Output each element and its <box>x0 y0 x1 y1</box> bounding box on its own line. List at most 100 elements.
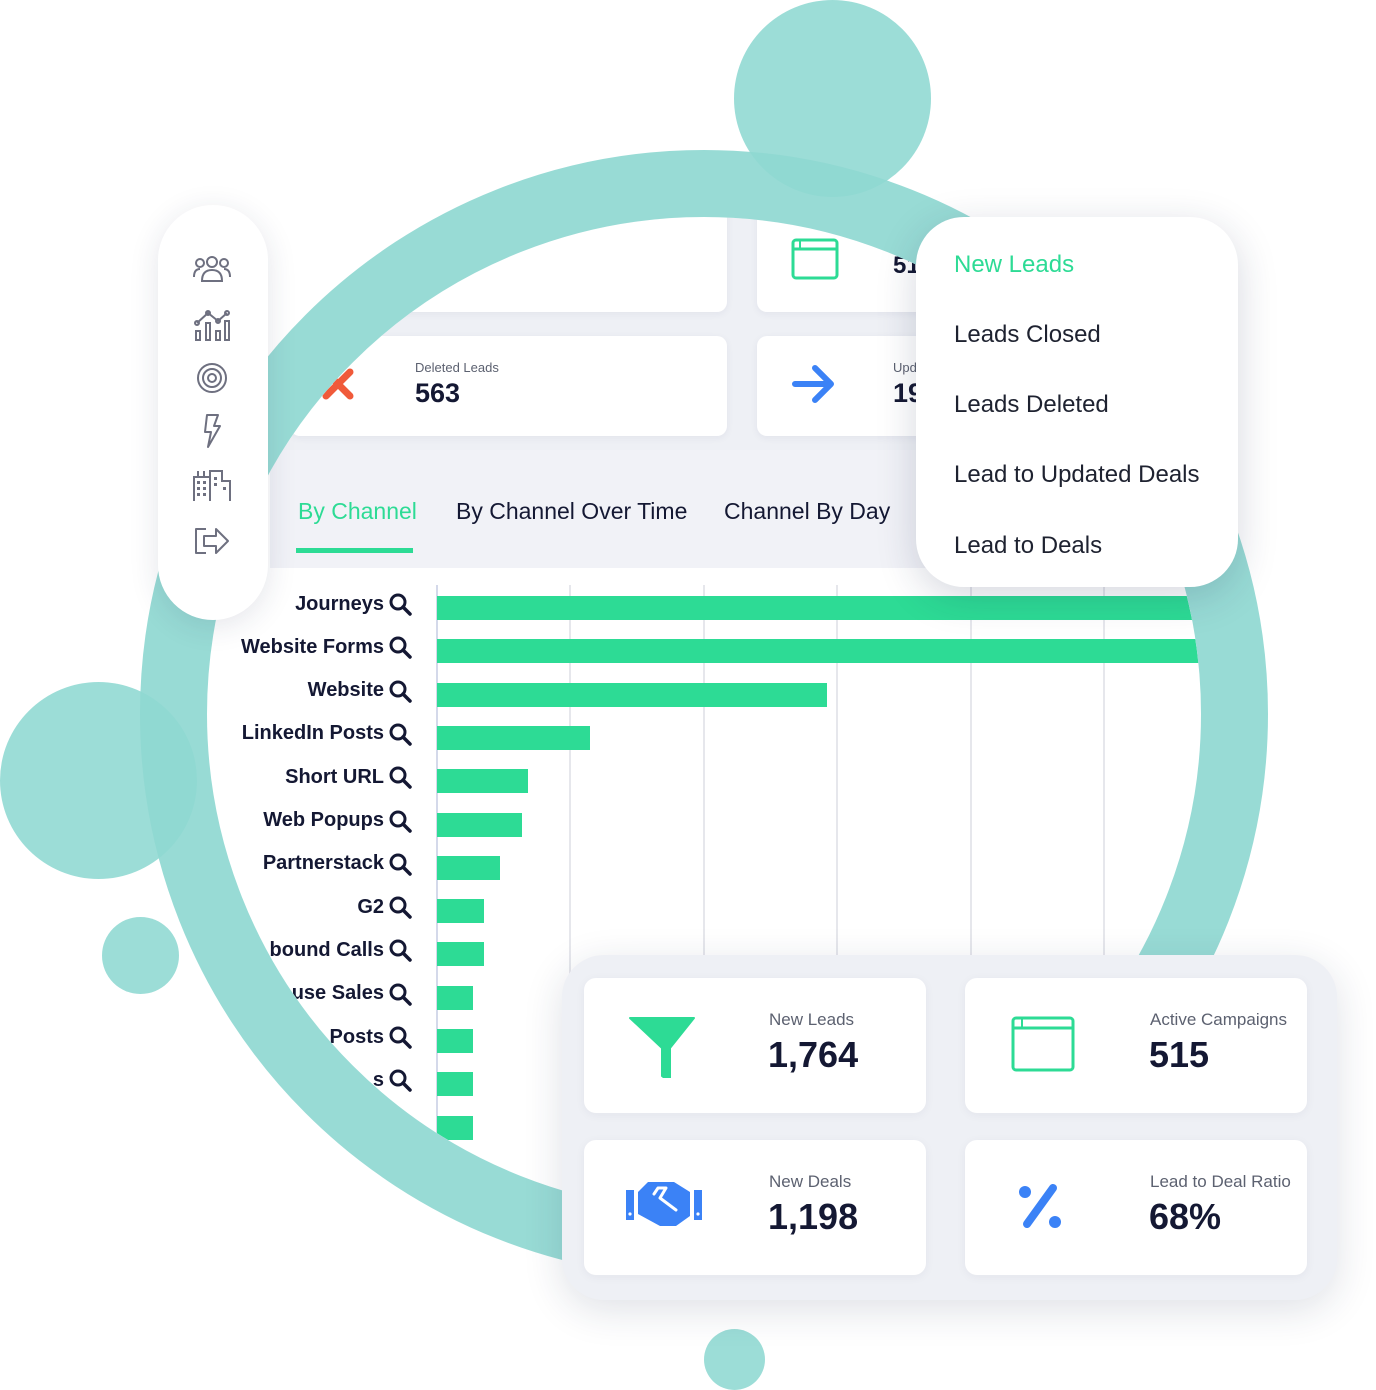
kpi-value: 1,198 <box>768 1196 859 1237</box>
chart-bar <box>437 1115 474 1140</box>
stat-label: Upd <box>893 360 917 375</box>
chart-category-label[interactable]: Journeys <box>295 592 412 616</box>
arrow-right-icon <box>792 365 834 403</box>
kpi-card-active-campaigns: Active Campaigns 515 <box>965 978 1307 1113</box>
search-icon[interactable] <box>388 1025 412 1049</box>
chart-category-label[interactable]: Posts <box>330 1025 412 1049</box>
decor-circle-left-small <box>102 917 179 994</box>
search-icon[interactable] <box>388 852 412 876</box>
chart-bar <box>437 1072 474 1097</box>
chart-category-text: Journeys <box>295 592 384 615</box>
chart-category-text: bound Calls <box>269 938 384 961</box>
menu-item-leads-deleted[interactable]: Leads Deleted <box>954 391 1109 419</box>
chart-bar <box>437 639 1201 664</box>
chart-category-text: Posts <box>329 1025 384 1048</box>
kpi-label: Lead to Deal Ratio <box>1150 1172 1291 1191</box>
search-icon[interactable] <box>388 679 412 703</box>
chart-bar <box>437 1029 474 1053</box>
chart-bar <box>437 682 827 707</box>
chart-category-text: LinkedIn Posts <box>241 722 384 745</box>
kpi-label: New Deals <box>769 1172 852 1191</box>
chart-category-label[interactable]: G2 <box>357 895 412 919</box>
chart-category-text: Website Forms <box>241 635 384 658</box>
search-icon[interactable] <box>388 809 412 833</box>
kpi-panel: New Leads 1,764 Active Campaigns 515 New… <box>562 955 1337 1300</box>
chart-category-label[interactable]: s <box>372 1068 412 1093</box>
target-icon <box>197 363 227 393</box>
chart-category-text: G2 <box>357 895 384 918</box>
tab-by-channel-over-time[interactable]: By Channel Over Time <box>456 498 687 525</box>
chart-bar <box>437 812 523 837</box>
decor-circle-bottom <box>704 1329 765 1390</box>
handshake-icon <box>626 1182 702 1226</box>
stat-label: Deleted Leads <box>415 360 499 375</box>
chart-bar <box>437 725 591 750</box>
search-icon[interactable] <box>388 895 412 919</box>
browser-window-icon <box>1011 1016 1075 1072</box>
chart-category-label[interactable]: Web Popups <box>263 809 412 833</box>
chart-category-text: s <box>372 1068 384 1091</box>
chart-category-label[interactable]: use Sales <box>292 982 412 1006</box>
chart-bar <box>437 596 1198 620</box>
search-icon[interactable] <box>388 982 412 1006</box>
search-icon[interactable] <box>388 635 412 660</box>
sidebar-item-companies[interactable] <box>192 467 232 503</box>
menu-item-lead-to-updated-deals[interactable]: Lead to Updated Deals <box>954 461 1200 489</box>
kpi-card-new-deals: New Deals 1,198 <box>584 1140 926 1275</box>
chart-category-text: Web Popups <box>263 809 384 831</box>
analytics-icon <box>194 310 230 341</box>
kpi-card-lead-to-deal-ratio: Lead to Deal Ratio 68% <box>965 1140 1307 1275</box>
chart-category-label[interactable]: Partnerstack <box>263 852 412 876</box>
decor-circle-top <box>734 0 931 197</box>
chart-bar <box>437 942 484 967</box>
sidebar-item-reports[interactable] <box>192 307 232 343</box>
chart-bar <box>437 769 528 794</box>
browser-window-icon <box>791 238 839 280</box>
funnel-icon <box>629 1017 695 1078</box>
chart-bar <box>437 855 500 880</box>
menu-item-lead-to-deals[interactable]: Lead to Deals <box>954 532 1102 560</box>
chart-category-label[interactable]: bound Calls <box>269 938 412 963</box>
tab-by-channel[interactable]: By Channel <box>298 498 417 525</box>
users-icon <box>193 256 231 282</box>
chart-category-text: Website <box>307 679 384 702</box>
kpi-label: New Leads <box>769 1010 855 1029</box>
decor-circle-left-large <box>0 682 197 879</box>
kpi-value: 68% <box>1149 1196 1222 1237</box>
chart-category-label[interactable]: Short URL <box>285 765 412 789</box>
search-icon[interactable] <box>388 765 412 789</box>
sidebar-item-campaigns[interactable] <box>192 360 232 396</box>
kpi-card-new-leads: New Leads 1,764 <box>584 978 926 1113</box>
tab-channel-by-day[interactable]: Channel By Day <box>724 498 890 525</box>
close-x-icon <box>322 368 354 400</box>
chart-category-label[interactable]: Website <box>308 679 412 703</box>
metric-dropdown-menu: New Leads Leads Closed Leads Deleted Lea… <box>916 217 1238 587</box>
logout-icon <box>195 528 229 554</box>
sidebar-item-automations[interactable] <box>192 413 232 449</box>
kpi-value: 515 <box>1149 1034 1210 1075</box>
sidebar-item-sign-out[interactable] <box>192 523 232 559</box>
menu-item-new-leads[interactable]: New Leads <box>954 251 1074 279</box>
stat-card-top-left: 7 <box>290 217 727 312</box>
stat-value: 563 <box>415 378 461 408</box>
kpi-label: Active Campaigns <box>1150 1010 1288 1029</box>
active-tab-indicator <box>296 548 413 553</box>
chart-bar <box>437 899 484 924</box>
chart-bar <box>437 985 474 1010</box>
sidebar-item-contacts[interactable] <box>192 253 232 289</box>
chart-category-text: Short URL <box>285 765 384 788</box>
percent-icon <box>1019 1184 1061 1228</box>
chart-category-text: use Sales <box>291 982 384 1005</box>
chart-category-label[interactable]: Website Forms <box>241 635 412 660</box>
stat-card-deleted-leads: Deleted Leads 563 <box>290 336 727 436</box>
search-icon[interactable] <box>388 592 412 616</box>
stat-value: 7 <box>460 240 472 262</box>
search-icon[interactable] <box>388 1068 412 1093</box>
search-icon[interactable] <box>388 938 412 963</box>
kpi-value: 1,764 <box>768 1034 859 1075</box>
menu-item-leads-closed[interactable]: Leads Closed <box>954 321 1101 349</box>
chart-category-label[interactable]: LinkedIn Posts <box>242 722 412 746</box>
lightning-icon <box>204 414 221 448</box>
search-icon[interactable] <box>388 722 412 746</box>
building-icon <box>193 470 231 501</box>
